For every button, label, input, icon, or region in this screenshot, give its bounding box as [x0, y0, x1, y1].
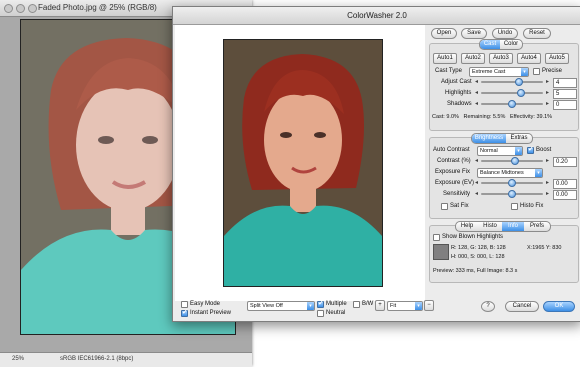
precise-checkbox[interactable] [533, 68, 540, 75]
auto1-button[interactable]: Auto1 [433, 53, 457, 64]
instant-preview-checkbox[interactable] [181, 308, 188, 317]
neutral-label: Neutral [326, 310, 346, 316]
tab-help[interactable]: Help [456, 222, 478, 231]
cast-status: Cast: 9.0% Remaining: 5.5% Effectivity: … [432, 114, 552, 120]
sensitivity-label: Sensitivity [443, 191, 471, 197]
remaining-percent: Remaining: 5.5% [463, 114, 506, 120]
contrast-value[interactable]: 0.20 [553, 157, 577, 167]
exposure-fix-select[interactable]: Balance Midtones ▾ [477, 168, 543, 178]
easy-mode-checkbox[interactable] [181, 301, 188, 308]
sat-fix-label: Sat Fix [450, 203, 469, 209]
reset-button[interactable]: Reset [523, 28, 551, 39]
window-controls[interactable] [4, 4, 40, 15]
boost-checkbox[interactable] [527, 145, 534, 154]
histo-fix-checkbox[interactable] [511, 203, 518, 210]
profile-readout: sRGB IEC61966-2.1 (8bpc) [60, 356, 134, 362]
corrected-photo-preview[interactable] [223, 39, 383, 287]
info-tabs[interactable]: Help Histo Info Prefs [455, 221, 551, 232]
show-blown-highlights-checkbox[interactable] [433, 234, 440, 241]
contrast-label: Contrast (%) [437, 158, 471, 164]
info-xy: X:1965 Y: 830 [527, 245, 562, 251]
save-button[interactable]: Save [461, 28, 487, 39]
shadows-knob[interactable] [508, 100, 516, 108]
cast-type-select[interactable]: Extreme Cast ▾ [469, 67, 529, 77]
highlights-value[interactable]: 5 [553, 89, 577, 99]
tab-info[interactable]: Info [502, 222, 524, 231]
cancel-button[interactable]: Cancel [505, 301, 539, 312]
tab-histo[interactable]: Histo [478, 222, 502, 231]
shadows-value[interactable]: 0 [553, 100, 577, 110]
split-view-select[interactable]: Split View Off ▾ [247, 301, 315, 311]
exposure-fix-label: Exposure Fix [435, 169, 471, 175]
background-window-title: Faded Photo.jpg @ 25% (RGB/8) [38, 3, 157, 12]
zoom-in-button[interactable]: + [375, 300, 385, 311]
color-swatch [433, 244, 449, 260]
info-hsl: H: 000, S: 000, L: 128 [451, 254, 505, 260]
bw-label: B/W [362, 301, 374, 307]
brightness-extras-tabs[interactable]: Brightness Extras [471, 133, 533, 144]
tab-extras[interactable]: Extras [506, 134, 532, 143]
open-button[interactable]: Open [431, 28, 457, 39]
exposure-slider[interactable]: ◂ ▸ [475, 179, 549, 187]
tab-cast[interactable]: Cast [480, 40, 500, 49]
dialog-title: ColorWasher 2.0 [347, 11, 407, 20]
sensitivity-slider[interactable]: ◂ ▸ [475, 190, 549, 198]
multiple-checkbox[interactable] [317, 299, 324, 308]
zoom-readout: 25% [12, 356, 25, 362]
adjust-cast-value[interactable]: 4 [553, 78, 577, 88]
dialog-titlebar: ColorWasher 2.0 [173, 7, 580, 25]
adjust-cast-label: Adjust Cast [441, 79, 472, 85]
background-window-statusbar: 25% sRGB IEC61966-2.1 (8bpc) [0, 352, 252, 367]
exposure-value[interactable]: 0.00 [553, 179, 577, 189]
undo-button[interactable]: Undo [492, 28, 518, 39]
preview-time: Preview: 333 ms, Full Image: 8.3 s [433, 268, 518, 274]
contrast-slider[interactable]: ◂ ▸ [475, 157, 549, 165]
histo-fix-label: Histo Fix [520, 203, 544, 209]
shadows-label: Shadows [447, 101, 472, 107]
zoom-fit-select[interactable]: Fit ▾ [387, 301, 423, 311]
highlights-label: Highlights [445, 90, 472, 96]
cast-color-tabs[interactable]: Cast Color [479, 39, 523, 50]
zoom-out-button[interactable]: − [424, 300, 434, 311]
tab-brightness[interactable]: Brightness [472, 134, 506, 143]
auto3-button[interactable]: Auto3 [489, 53, 513, 64]
boost-label: Boost [536, 147, 552, 153]
auto4-button[interactable]: Auto4 [517, 53, 541, 64]
sensitivity-value[interactable]: 0.00 [553, 190, 577, 200]
exposure-label: Exposure (EV) [435, 180, 475, 186]
show-blown-highlights-label: Show Blown Highlights [442, 234, 504, 240]
cast-percent: Cast: 9.0% [432, 114, 459, 120]
bw-checkbox[interactable] [353, 301, 360, 308]
sensitivity-knob[interactable] [508, 190, 516, 198]
preview-area [175, 25, 425, 301]
shadows-slider[interactable]: ◂ ▸ [475, 100, 549, 108]
bottom-toolbar: Easy Mode Instant Preview Split View Off… [175, 299, 579, 319]
control-panel: Open Save Undo Reset Cast Color Auto1 Aut… [429, 25, 579, 315]
ok-button[interactable]: OK [543, 301, 575, 312]
instant-preview-label: Instant Preview [190, 310, 232, 316]
multiple-label: Multiple [326, 301, 347, 307]
auto2-button[interactable]: Auto2 [461, 53, 485, 64]
auto5-button[interactable]: Auto5 [545, 53, 569, 64]
exposure-knob[interactable] [508, 179, 516, 187]
effectivity-percent: Effectivity: 39.1% [509, 114, 553, 120]
auto-contrast-select[interactable]: Normal ▾ [477, 146, 523, 156]
neutral-checkbox[interactable] [317, 310, 324, 317]
highlights-slider[interactable]: ◂ ▸ [475, 89, 549, 97]
cast-type-label: Cast Type [435, 68, 462, 74]
easy-mode-label: Easy Mode [190, 301, 221, 307]
highlights-knob[interactable] [516, 89, 525, 97]
contrast-knob[interactable] [511, 157, 520, 165]
tab-color[interactable]: Color [500, 40, 522, 49]
precise-label: Precise [542, 68, 563, 74]
help-button[interactable]: ? [481, 301, 495, 312]
colorwasher-dialog: ColorWasher 2.0 Open Save Undo Reset Cas… [172, 6, 580, 322]
auto-contrast-label: Auto Contrast [433, 147, 470, 153]
info-rgb: R: 128, G: 128, B: 128 [451, 245, 506, 251]
adjust-cast-knob[interactable] [515, 78, 524, 86]
tab-prefs[interactable]: Prefs [524, 222, 550, 231]
sat-fix-checkbox[interactable] [441, 203, 448, 210]
adjust-cast-slider[interactable]: ◂ ▸ [475, 78, 549, 86]
